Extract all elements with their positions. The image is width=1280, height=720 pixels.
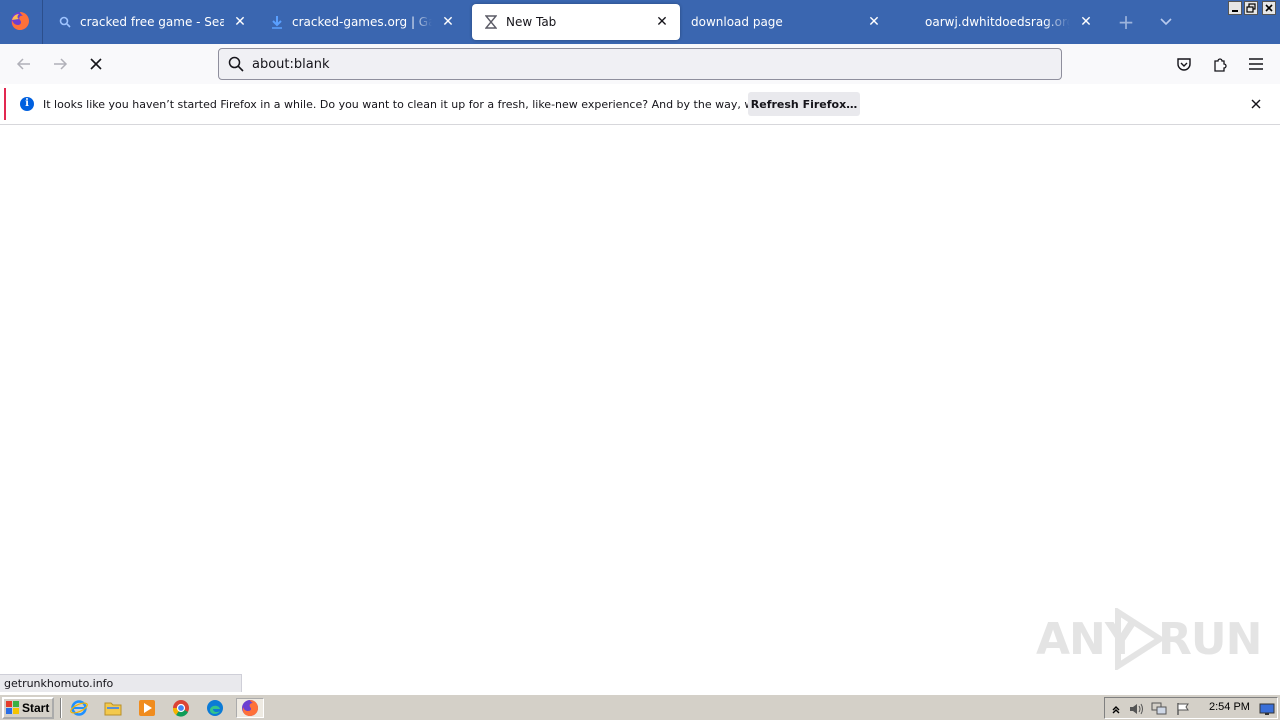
close-tab-icon[interactable]: ✕ — [230, 12, 250, 32]
close-icon — [1251, 99, 1261, 109]
refresh-firefox-button[interactable]: Refresh Firefox… — [748, 92, 860, 116]
restore-icon — [1246, 3, 1256, 13]
new-tab-button[interactable]: + — [1116, 12, 1136, 32]
start-button[interactable]: Start — [2, 697, 54, 719]
search-icon — [228, 56, 244, 72]
media-player-icon[interactable] — [136, 698, 158, 718]
minimize-window-button[interactable] — [1228, 1, 1242, 15]
notification-message: It looks like you haven’t started Firefo… — [43, 97, 828, 111]
pocket-icon — [1177, 58, 1191, 71]
chevron-down-icon — [1160, 18, 1172, 26]
tab-title: cracked-games.org | Games & Software — [292, 15, 432, 29]
explorer-folder-icon[interactable] — [102, 698, 124, 718]
tab-title: cracked free game - Search — [80, 15, 224, 29]
show-desktop-button[interactable] — [1259, 701, 1275, 717]
minimize-icon — [1232, 10, 1238, 12]
stop-loading-button[interactable] — [86, 54, 106, 74]
tab-title: download page — [691, 15, 783, 29]
action-center-flag-icon[interactable] — [1175, 701, 1191, 717]
anyrun-watermark-logo: ANY RUN — [1036, 606, 1262, 676]
search-icon — [58, 15, 72, 29]
close-notification-button[interactable] — [1248, 96, 1264, 112]
chrome-icon[interactable] — [170, 698, 192, 718]
tab-strip: cracked free game - Search ✕ cracked-gam… — [0, 0, 1280, 44]
taskbar-separator — [60, 698, 62, 718]
navigation-toolbar — [0, 44, 1280, 84]
system-tray: 2:54 PM — [1104, 697, 1278, 719]
edge-icon[interactable] — [204, 698, 226, 718]
close-window-button[interactable] — [1262, 1, 1276, 15]
forward-arrow-icon — [54, 58, 68, 70]
ie-icon[interactable] — [68, 698, 90, 718]
close-icon — [1265, 4, 1273, 12]
close-tab-icon[interactable]: ✕ — [1076, 12, 1096, 32]
close-tab-icon[interactable]: ✕ — [438, 12, 458, 32]
tab-title: oarwj.dwhitdoedsrag.org/TIF?t= — [925, 15, 1070, 29]
show-hidden-icons-button[interactable] — [1108, 701, 1124, 717]
download-arrow-icon — [270, 15, 284, 29]
extensions-button[interactable] — [1210, 54, 1230, 74]
tab-strip-separator — [42, 0, 43, 44]
close-tab-icon[interactable]: ✕ — [864, 12, 884, 32]
firefox-menu-logo-icon[interactable] — [10, 11, 30, 31]
close-tab-icon[interactable]: ✕ — [652, 12, 672, 32]
watermark-text-right: RUN — [1158, 614, 1262, 665]
back-arrow-icon — [16, 58, 30, 70]
tab-title: New Tab — [506, 15, 557, 29]
tab-cracked-games[interactable]: cracked-games.org | Games & Software ✕ — [258, 4, 466, 40]
chevron-up-icon — [1112, 706, 1120, 714]
address-bar[interactable] — [218, 48, 1062, 80]
tab-download-page[interactable]: download page ✕ — [680, 4, 892, 40]
monitor-icon — [1259, 703, 1275, 715]
puzzle-piece-icon — [1214, 58, 1227, 72]
hourglass-loading-icon — [484, 15, 498, 29]
page-content-blank[interactable] — [0, 125, 1280, 674]
back-button[interactable] — [14, 54, 34, 74]
windows-flag-icon — [6, 701, 19, 714]
start-label: Start — [22, 701, 50, 715]
stop-x-icon — [90, 58, 102, 70]
link-status-panel: getrunkhomuto.info — [0, 674, 242, 692]
tab-oarwj[interactable]: oarwj.dwhitdoedsrag.org/TIF?t= ✕ — [898, 4, 1104, 40]
taskbar-clock[interactable]: 2:54 PM — [1209, 701, 1250, 713]
restore-window-button[interactable] — [1244, 1, 1258, 15]
tab-search[interactable]: cracked free game - Search ✕ — [46, 4, 258, 40]
app-menu-button[interactable] — [1246, 54, 1266, 74]
info-icon: i — [20, 97, 34, 111]
volume-icon[interactable] — [1129, 701, 1145, 717]
list-all-tabs-button[interactable] — [1156, 12, 1176, 32]
url-input[interactable] — [252, 56, 1032, 72]
forward-button[interactable] — [50, 54, 70, 74]
firefox-icon[interactable] — [236, 698, 264, 718]
tab-new-tab[interactable]: New Tab ✕ — [472, 4, 680, 40]
network-icon[interactable] — [1151, 701, 1167, 717]
hamburger-menu-icon — [1249, 58, 1263, 70]
refresh-firefox-notification: i It looks like you haven’t started Fire… — [4, 88, 1276, 120]
play-triangle-icon — [1115, 608, 1164, 670]
windows-taskbar: Start 2:54 PM — [0, 694, 1280, 720]
pocket-button[interactable] — [1174, 54, 1194, 74]
